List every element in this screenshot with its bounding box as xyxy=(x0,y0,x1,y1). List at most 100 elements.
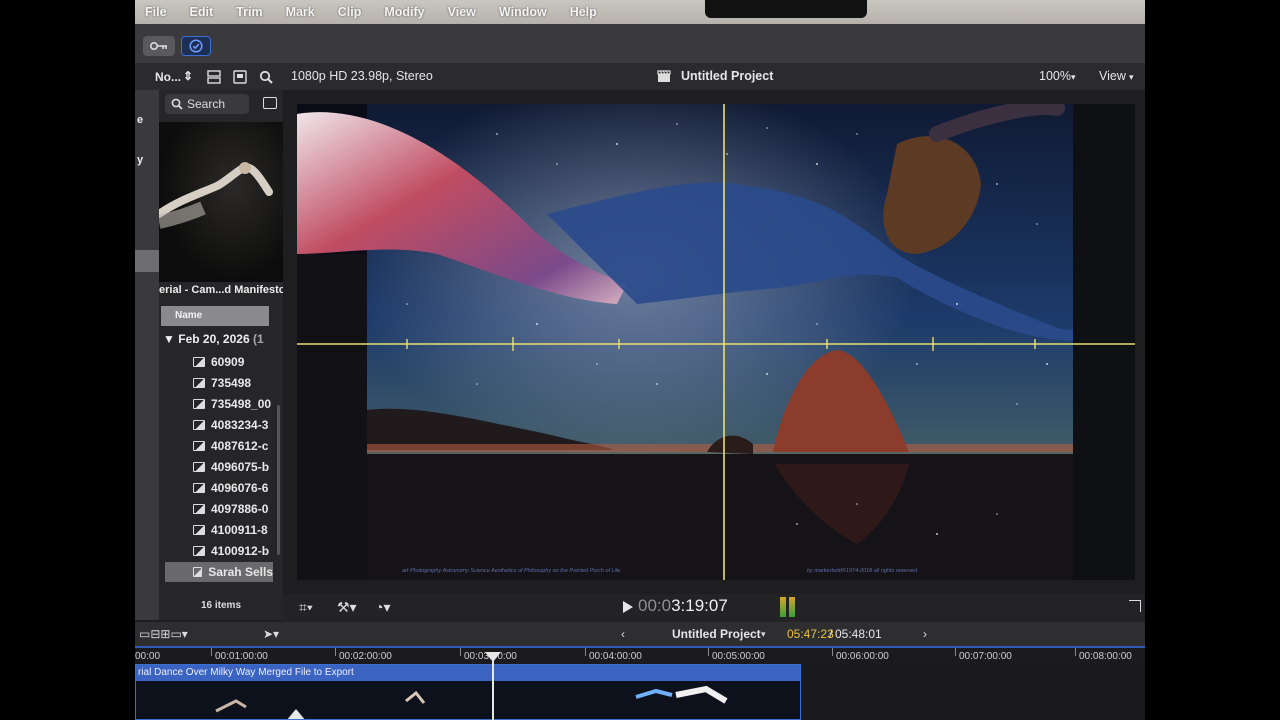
list-item[interactable]: 4100912-b xyxy=(193,541,269,561)
timeline-header: ▭⊟⊞▭▾ ➤▾ ‹ Untitled Project ▾ 05:47:23 /… xyxy=(135,622,1145,646)
retime-tool-icon[interactable]: ◔▾ xyxy=(375,599,390,616)
sidebar-fragment[interactable]: e xyxy=(137,114,143,126)
clip-name: Sarah Sells xyxy=(208,565,273,579)
list-item-selected[interactable]: Sarah Sells xyxy=(165,562,273,582)
play-button[interactable] xyxy=(623,601,633,613)
menu-mark[interactable]: Mark xyxy=(286,5,315,19)
timeline-project-name[interactable]: Untitled Project xyxy=(672,627,761,641)
library-dropdown[interactable]: No... xyxy=(155,70,181,84)
dancer-thumbnail-image xyxy=(159,162,273,229)
clip-name: 4100911-8 xyxy=(211,523,268,537)
menu-trim[interactable]: Trim xyxy=(236,5,262,19)
stepper-icon[interactable]: ⇕ xyxy=(183,69,193,83)
clip-icon xyxy=(193,378,205,388)
menu-bar: File Edit Trim Mark Clip Modify View Win… xyxy=(135,0,1145,24)
keywords-button[interactable] xyxy=(143,36,175,56)
list-item[interactable]: 4087612-c xyxy=(193,436,268,456)
audio-meter[interactable] xyxy=(780,597,798,617)
enhancements-tool-icon[interactable]: ⚒▾ xyxy=(337,599,357,616)
clip-icon xyxy=(193,525,205,535)
clip-icon xyxy=(193,546,205,556)
panel-toggle-icon[interactable] xyxy=(263,97,277,109)
clip-name: 60909 xyxy=(211,355,245,369)
clip-title: rial Dance Over Milky Way Merged File to… xyxy=(136,665,800,681)
clip-name: 4097886-0 xyxy=(211,502,269,516)
transform-tool-icon[interactable]: ⌗▾ xyxy=(299,599,313,616)
browser-header: No... ⇕ xyxy=(135,64,283,90)
clip-thumbnail[interactable] xyxy=(159,122,283,282)
timecode-dim: 00:0 xyxy=(638,596,672,615)
menu-edit[interactable]: Edit xyxy=(190,5,214,19)
filmstrip-view-icon[interactable] xyxy=(207,70,221,84)
clip-icon xyxy=(193,399,205,409)
menu-help[interactable]: Help xyxy=(570,5,597,19)
viewer-header: 1080p HD 23.98p, Stereo Untitled Project… xyxy=(283,64,1145,90)
search-icon[interactable] xyxy=(259,70,273,84)
clip-icon xyxy=(193,462,205,472)
clip-filmstrip xyxy=(136,681,800,719)
forward-arrow-icon[interactable]: › xyxy=(923,627,927,641)
ruler-tick-label: 00:08:00:00 xyxy=(1079,651,1132,662)
clip-name: 4087612-c xyxy=(211,439,269,453)
clip-appearance-icon[interactable]: ▭⊟⊞▭▾ xyxy=(139,627,188,641)
key-icon xyxy=(150,42,167,50)
timecode-display[interactable]: 00:03:19:07 xyxy=(638,596,728,616)
date-group-row[interactable]: ▼ Feb 20, 2026 (1 xyxy=(163,332,264,346)
timeline-ruler[interactable]: 00:00 00:01:00:00 00:02:00:00 00:03:00:0… xyxy=(135,646,1145,664)
date-group-label: Feb 20, 2026 xyxy=(178,332,250,346)
thumbnail-label: erial - Cam...d Manifesto xyxy=(159,284,283,296)
timeline-duration: 05:48:01 xyxy=(835,627,882,641)
browser-scrollbar[interactable] xyxy=(277,405,280,555)
list-item[interactable]: 60909 xyxy=(193,352,244,372)
back-arrow-icon[interactable]: ‹ xyxy=(621,627,625,641)
ruler-tick-label: 00:07:00:00 xyxy=(959,651,1012,662)
clip-name: 4100912-b xyxy=(211,544,270,558)
search-field[interactable]: Search xyxy=(165,94,249,114)
list-item[interactable]: 4096075-b xyxy=(193,457,269,477)
clip-icon xyxy=(193,357,205,367)
playhead[interactable] xyxy=(492,652,494,720)
clip-icon xyxy=(193,504,205,514)
clip-appearance-icon[interactable] xyxy=(233,70,247,84)
timeline-track-area[interactable]: rial Dance Over Milky Way Merged File to… xyxy=(135,664,1145,720)
menu-window[interactable]: Window xyxy=(499,5,547,19)
view-dropdown[interactable]: View xyxy=(1099,69,1126,83)
ruler-tick-label: 00:06:00:00 xyxy=(836,651,889,662)
items-count: 16 items xyxy=(200,600,242,611)
libraries-sidebar: e y xyxy=(135,90,159,620)
view-chevron-icon[interactable]: ▾ xyxy=(1129,72,1134,83)
zoom-chevron-icon[interactable]: ▾ xyxy=(1071,72,1076,83)
clip-name: 735498 xyxy=(211,376,252,390)
clip-icon xyxy=(193,420,205,430)
fullscreen-icon[interactable] xyxy=(1129,600,1141,612)
background-tasks-button[interactable] xyxy=(181,36,211,56)
list-item[interactable]: 735498_00 xyxy=(193,394,271,414)
browser-panel: Search erial - Cam...d Manifesto Name ▼ … xyxy=(159,90,283,620)
zoom-dropdown[interactable]: 100% xyxy=(1039,69,1071,83)
list-item[interactable]: 4100911-8 xyxy=(193,520,268,540)
sidebar-selected-item[interactable] xyxy=(135,250,159,272)
list-item[interactable]: 4097886-0 xyxy=(193,499,268,519)
viewer-canvas[interactable]: art Photography Astronomy Science Aesthe… xyxy=(297,104,1135,580)
project-chevron-icon[interactable]: ▾ xyxy=(761,629,766,640)
name-column-header[interactable]: Name xyxy=(161,306,269,326)
list-item[interactable]: 735498 xyxy=(193,373,251,393)
sidebar-fragment[interactable]: y xyxy=(137,154,143,166)
timeline-clip[interactable]: rial Dance Over Milky Way Merged File to… xyxy=(135,664,801,720)
timeline-current-time: 05:47:23 xyxy=(787,627,834,641)
camera-notch xyxy=(705,0,867,18)
list-item[interactable]: 4096076-6 xyxy=(193,478,268,498)
clip-name: 4096076-6 xyxy=(211,481,269,495)
select-tool-icon[interactable]: ➤▾ xyxy=(263,627,279,641)
list-item[interactable]: 4083234-3 xyxy=(193,415,268,435)
menu-view[interactable]: View xyxy=(448,5,476,19)
disclosure-triangle-icon[interactable]: ▼ xyxy=(163,332,175,346)
checkmark-circle-icon xyxy=(189,39,203,53)
menu-file[interactable]: File xyxy=(145,5,167,19)
toolbar xyxy=(135,24,1145,64)
clip-icon xyxy=(193,441,205,451)
menu-modify[interactable]: Modify xyxy=(384,5,424,19)
ruler-tick-label: 00:04:00:00 xyxy=(589,651,642,662)
time-separator: / xyxy=(829,627,833,641)
menu-clip[interactable]: Clip xyxy=(338,5,362,19)
